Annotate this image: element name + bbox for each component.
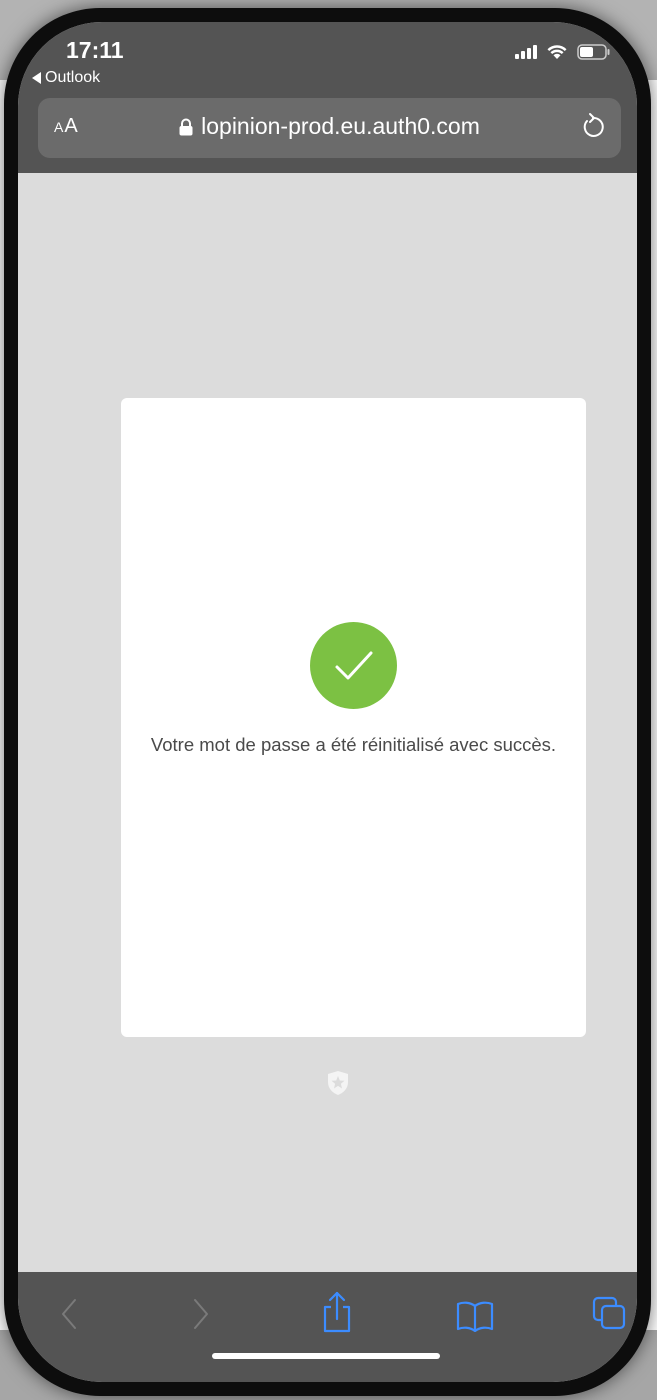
- bookmarks-icon[interactable]: [455, 1300, 495, 1337]
- phone-screen: 17:11 Outlook AA lopinion-prod.eu.auth0.…: [18, 22, 637, 1382]
- forward-icon[interactable]: [190, 1296, 212, 1337]
- browser-toolbar: [18, 1272, 637, 1382]
- status-time: 17:11: [66, 37, 124, 63]
- lock-icon: [179, 115, 193, 142]
- browser-header: 17:11 Outlook AA lopinion-prod.eu.auth0.…: [18, 22, 637, 173]
- auth0-badge-icon: [326, 1070, 350, 1101]
- url-display[interactable]: lopinion-prod.eu.auth0.com: [38, 113, 621, 142]
- share-icon[interactable]: [321, 1290, 353, 1339]
- success-message: Votre mot de passe a été réinitialisé av…: [150, 734, 557, 755]
- back-icon[interactable]: [58, 1296, 80, 1337]
- confirmation-card: Votre mot de passe a été réinitialisé av…: [121, 398, 586, 1037]
- back-triangle-icon: [32, 72, 41, 84]
- back-to-app-link[interactable]: Outlook: [32, 69, 100, 87]
- phone-frame: 17:11 Outlook AA lopinion-prod.eu.auth0.…: [4, 8, 651, 1396]
- status-icons: [515, 44, 611, 60]
- cellular-signal-icon: [515, 45, 537, 59]
- success-checkmark-icon: [310, 622, 397, 709]
- back-app-label: Outlook: [45, 69, 101, 86]
- battery-icon: [577, 44, 611, 60]
- reload-icon[interactable]: [579, 112, 607, 147]
- home-indicator[interactable]: [212, 1353, 440, 1359]
- address-bar[interactable]: AA lopinion-prod.eu.auth0.com: [38, 98, 621, 158]
- domain-text: lopinion-prod.eu.auth0.com: [201, 113, 480, 139]
- tabs-icon[interactable]: [592, 1296, 628, 1337]
- wifi-icon: [546, 44, 568, 60]
